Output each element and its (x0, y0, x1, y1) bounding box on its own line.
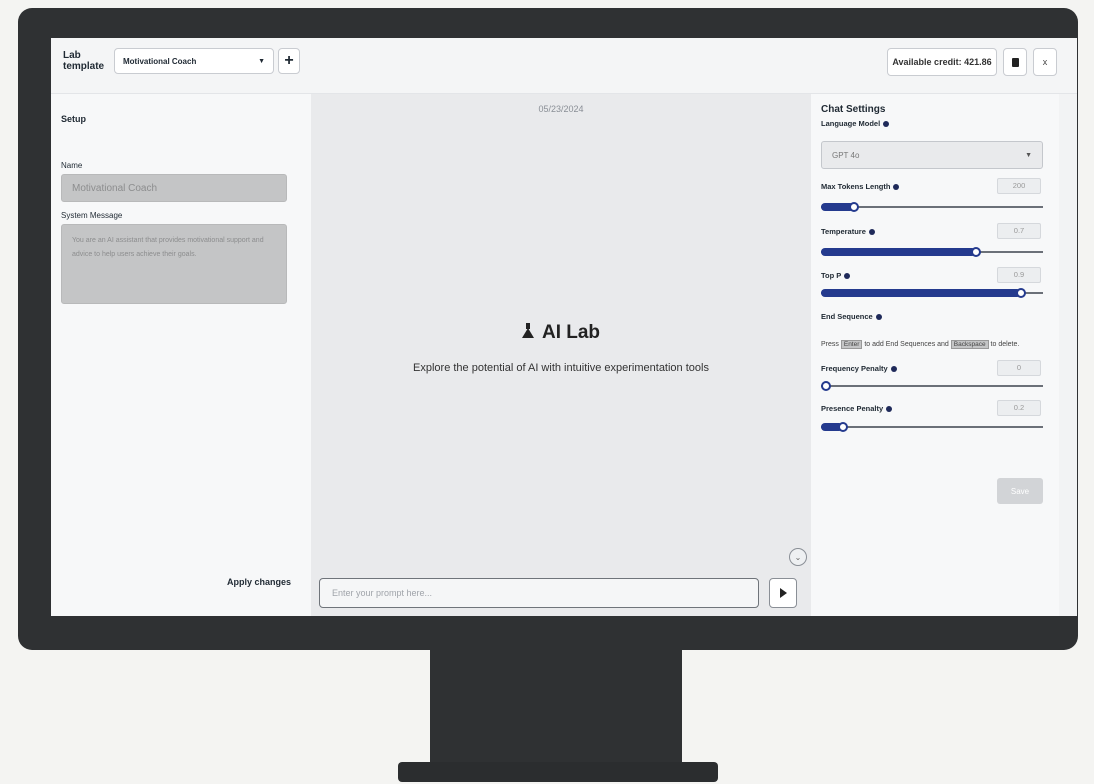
chat-settings-panel: Chat Settings Language Model GPT 4o ▼ Ma… (811, 94, 1059, 616)
apply-changes-button[interactable]: Apply changes (201, 577, 291, 587)
top-p-slider[interactable] (821, 288, 1043, 298)
frequency-penalty-slider[interactable] (821, 381, 1043, 391)
name-field[interactable]: Motivational Coach (61, 174, 287, 202)
close-button[interactable]: x (1033, 48, 1057, 76)
save-button[interactable]: Save (997, 478, 1043, 504)
end-sequence-label-text: End Sequence (821, 312, 873, 321)
info-icon[interactable] (844, 272, 851, 279)
top-p-label-text: Top P (821, 271, 842, 280)
backspace-key: Backspace (950, 340, 989, 349)
template-select-value: Motivational Coach (123, 56, 197, 66)
temperature-slider[interactable] (821, 247, 1043, 257)
slider-thumb[interactable] (971, 247, 982, 257)
available-credit-button[interactable]: Available credit: 421.86 (887, 48, 997, 76)
temperature-label: Temperature (821, 227, 875, 236)
top-p-value[interactable]: 0.9 (997, 267, 1041, 283)
chat-date: 05/23/2024 (538, 104, 584, 114)
end-sequence-label: End Sequence (821, 312, 882, 321)
top-p-label: Top P (821, 271, 851, 280)
presence-penalty-slider[interactable] (821, 422, 1043, 432)
monitor-stand-base (398, 762, 718, 782)
info-icon[interactable] (868, 228, 875, 235)
max-tokens-label-text: Max Tokens Length (821, 182, 891, 191)
language-model-label-text: Language Model (821, 119, 881, 128)
trash-icon (1011, 57, 1019, 67)
slider-thumb[interactable] (838, 422, 849, 432)
chat-area: 05/23/2024 AI Lab Explore the potential … (311, 94, 811, 616)
slider-fill (821, 289, 1021, 297)
setup-panel: Setup Name Motivational Coach System Mes… (51, 94, 311, 616)
slider-thumb[interactable] (1015, 288, 1026, 298)
template-select[interactable]: Motivational Coach ▼ (114, 48, 274, 74)
frequency-penalty-label: Frequency Penalty (821, 364, 897, 373)
monitor-stand-neck (430, 650, 682, 772)
language-model-label: Language Model (821, 119, 890, 128)
max-tokens-label: Max Tokens Length (821, 182, 900, 191)
slider-track (821, 426, 1043, 428)
delete-button[interactable] (1003, 48, 1027, 76)
slider-track (821, 385, 1043, 387)
lab-template-label: Lab template (63, 50, 105, 72)
language-model-value: GPT 4o (832, 150, 860, 160)
scroll-down-button[interactable]: ⌄ (789, 548, 807, 566)
hero-title-text: AI Lab (541, 322, 601, 343)
system-message-field[interactable]: You are an AI assistant that provides mo… (61, 224, 287, 304)
name-label: Name (61, 161, 83, 170)
setup-title: Setup (61, 114, 87, 124)
help-text: to add End Sequences and (864, 341, 949, 348)
presence-penalty-value[interactable]: 0.2 (997, 400, 1041, 416)
screen: Lab template Motivational Coach ▼ + Avai… (51, 38, 1077, 616)
info-icon[interactable] (890, 365, 897, 372)
info-icon[interactable] (893, 183, 900, 190)
chevron-down-icon: ▼ (1025, 151, 1032, 159)
info-icon[interactable] (886, 405, 893, 412)
slider-thumb[interactable] (821, 381, 831, 391)
temperature-label-text: Temperature (821, 227, 866, 236)
monitor-bezel: Lab template Motivational Coach ▼ + Avai… (18, 8, 1078, 650)
slider-thumb[interactable] (849, 202, 860, 212)
system-message-label: System Message (61, 211, 123, 220)
flask-icon (521, 323, 534, 338)
slider-fill (821, 248, 977, 256)
language-model-select[interactable]: GPT 4o ▼ (821, 141, 1043, 169)
temperature-value[interactable]: 0.7 (997, 223, 1041, 239)
play-icon (779, 588, 787, 598)
chevron-down-icon: ⌄ (794, 552, 802, 562)
add-template-button[interactable]: + (278, 48, 300, 74)
hero-title: AI Lab (311, 322, 811, 344)
chevron-down-icon: ▼ (258, 57, 265, 65)
presence-penalty-label-text: Presence Penalty (821, 404, 884, 413)
hero-subtitle: Explore the potential of AI with intuiti… (413, 362, 709, 374)
info-icon[interactable] (883, 120, 890, 127)
send-button[interactable] (769, 578, 797, 608)
enter-key: Enter (840, 340, 863, 349)
help-text: Press (821, 341, 839, 348)
presence-penalty-label: Presence Penalty (821, 404, 893, 413)
max-tokens-value[interactable]: 200 (997, 178, 1041, 194)
frequency-penalty-label-text: Frequency Penalty (821, 364, 888, 373)
chat-settings-title: Chat Settings (821, 104, 886, 115)
end-sequence-help[interactable]: Press Enter to add End Sequences and Bac… (821, 340, 1047, 350)
frequency-penalty-value[interactable]: 0 (997, 360, 1041, 376)
max-tokens-slider[interactable] (821, 202, 1043, 212)
top-bar: Lab template Motivational Coach ▼ + Avai… (51, 38, 1077, 94)
prompt-input[interactable]: Enter your prompt here... (319, 578, 759, 608)
info-icon[interactable] (875, 313, 882, 320)
help-text: to delete. (990, 341, 1020, 348)
